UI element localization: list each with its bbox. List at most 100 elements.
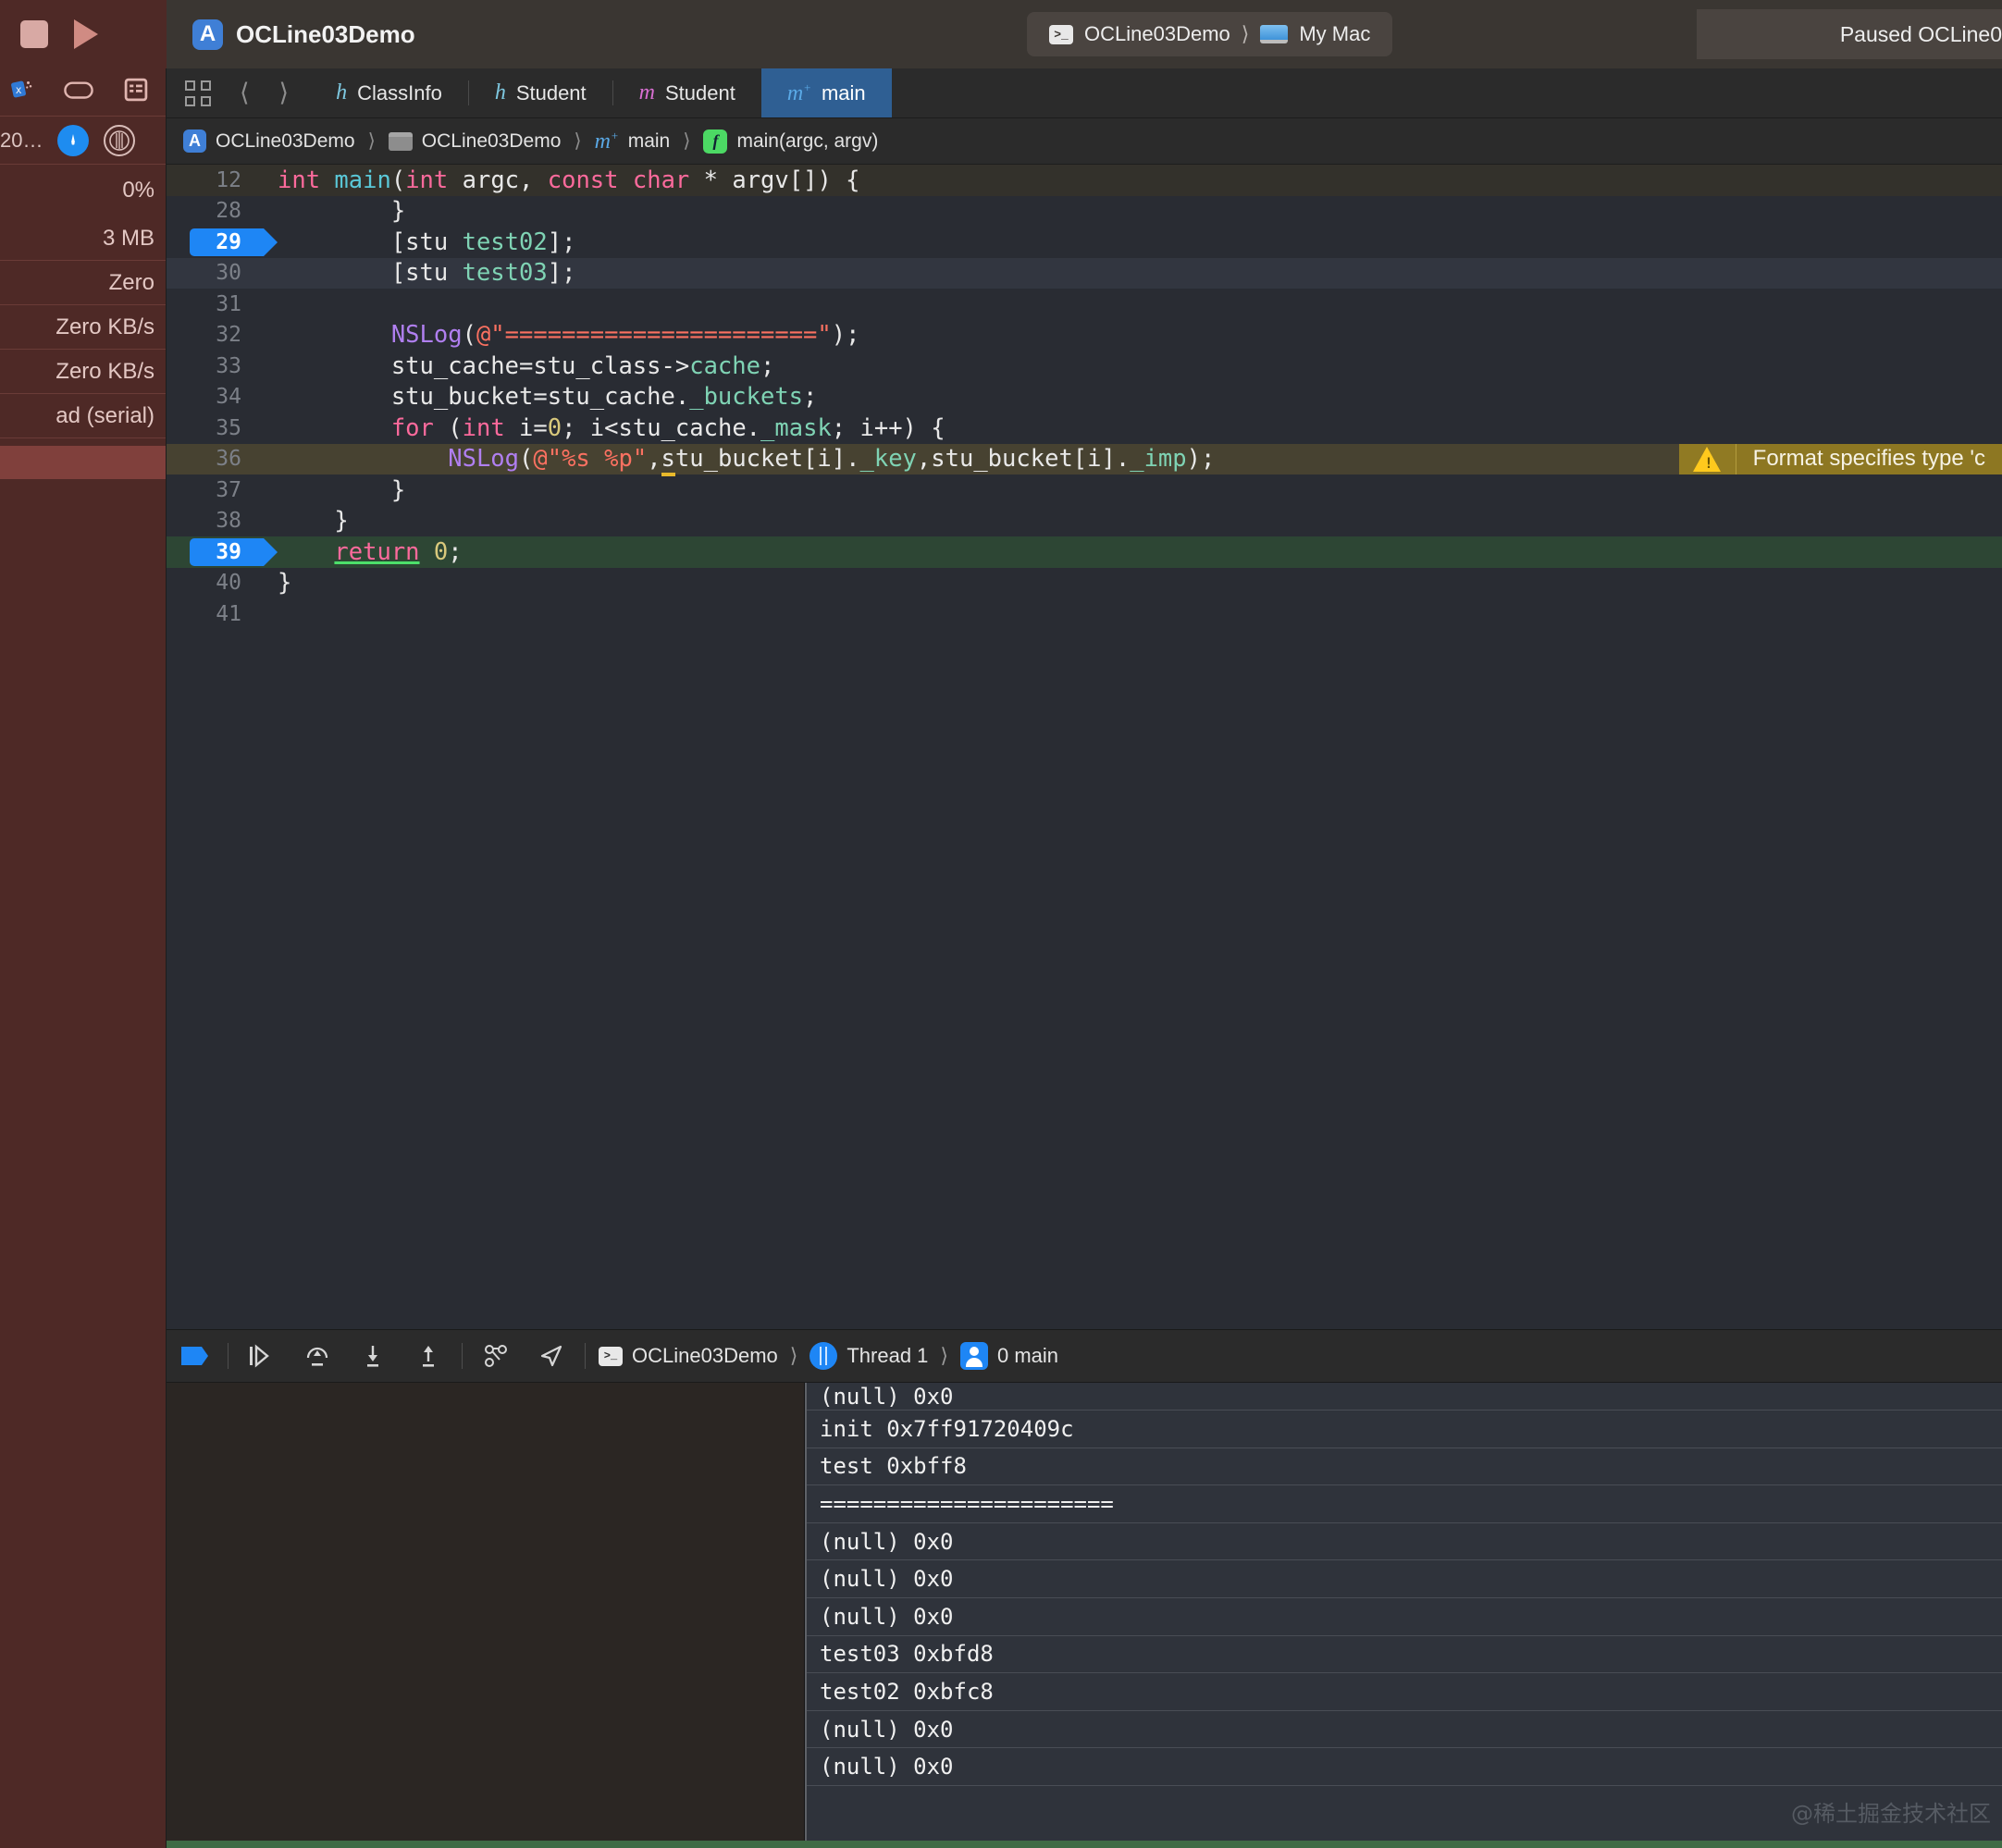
- code-line[interactable]: 34 stu_bucket=stu_cache._buckets;: [167, 382, 2002, 413]
- report-navigator-icon[interactable]: [122, 76, 150, 108]
- cpu-gauge-icon[interactable]: [57, 125, 89, 156]
- status-text: Paused OCLine0: [1840, 22, 2002, 47]
- line-number: 34: [167, 385, 257, 409]
- main-toolbar: A OCLine03Demo >_ OCLine03Demo ⟩ My Mac …: [0, 0, 2002, 68]
- xcode-project-icon: A: [192, 19, 223, 50]
- forward-chevron-icon[interactable]: ⟩: [265, 79, 304, 107]
- scheme-destination-chip[interactable]: >_ OCLine03Demo ⟩ My Mac: [1027, 12, 1392, 56]
- gauge-row-thread[interactable]: ad (serial): [0, 394, 166, 438]
- memory-gauge-icon[interactable]: [104, 125, 135, 156]
- simulate-location-icon[interactable]: [524, 1343, 579, 1369]
- breakpoint-toggle-icon[interactable]: [167, 1345, 222, 1367]
- tab-classinfo[interactable]: h ClassInfo: [310, 68, 468, 117]
- step-into-icon[interactable]: [345, 1343, 401, 1369]
- code-line[interactable]: 35 for (int i=0; i<stu_cache._mask; i++)…: [167, 413, 2002, 444]
- console-line: test03 0xbfd8: [807, 1636, 2002, 1674]
- breadcrumb-separator: ⟩: [679, 129, 694, 153]
- debug-gauge-header: 20…: [0, 117, 166, 165]
- gauge-row-cpu[interactable]: 0%: [0, 165, 166, 216]
- console-output[interactable]: (null) 0x0init 0x7ff91720409ctest 0xbff8…: [805, 1383, 2002, 1841]
- gauge-row-energy[interactable]: Zero: [0, 261, 166, 305]
- watermark: @稀土掘金技术社区: [1791, 1795, 1991, 1828]
- tab-student-impl[interactable]: m Student: [613, 68, 761, 117]
- breadcrumb-separator: ⟩: [365, 129, 379, 153]
- code-line[interactable]: 33 stu_cache=stu_class->cache;: [167, 351, 2002, 382]
- console-line: test02 0xbfc8: [807, 1673, 2002, 1711]
- tab-label: main: [822, 81, 866, 105]
- debug-thread-name[interactable]: Thread 1: [847, 1344, 928, 1368]
- source-editor[interactable]: 12int main(int argc, const char * argv[]…: [167, 165, 2002, 1329]
- warning-triangle-icon: [1679, 444, 1736, 475]
- tab-main[interactable]: m+ main: [761, 68, 892, 117]
- code-text: int main(int argc, const char * argv[]) …: [257, 166, 860, 194]
- code-text: stu_cache=stu_class->cache;: [257, 352, 774, 380]
- mac-device-icon: [1260, 25, 1288, 43]
- code-line[interactable]: 31: [167, 289, 2002, 320]
- bottom-accent-bar: [167, 1841, 2002, 1848]
- process-terminal-icon: >_: [599, 1347, 623, 1366]
- code-text: NSLog(@"======================");: [257, 321, 859, 349]
- line-number: 31: [167, 292, 257, 316]
- code-line[interactable]: 41: [167, 598, 2002, 630]
- breadcrumb: A OCLine03Demo ⟩ OCLine03Demo ⟩ m+ main …: [167, 118, 2002, 165]
- step-out-icon[interactable]: [401, 1343, 456, 1369]
- function-icon: f: [703, 129, 727, 154]
- inline-warning-banner[interactable]: Format specifies type 'c: [1679, 444, 2002, 475]
- console-line: (null) 0x0: [807, 1598, 2002, 1636]
- gauge-row-memory[interactable]: 3 MB: [0, 216, 166, 261]
- tab-overview-icon[interactable]: [185, 80, 211, 106]
- code-line[interactable]: 37 }: [167, 474, 2002, 506]
- stop-button[interactable]: [20, 20, 48, 48]
- code-text: }: [257, 197, 405, 225]
- code-text: NSLog(@"%s %p",stu_bucket[i]._key,stu_bu…: [257, 445, 1215, 473]
- variables-view[interactable]: [167, 1383, 805, 1841]
- breadcrumb-separator: ⟩: [570, 129, 585, 153]
- line-number: 35: [167, 416, 257, 440]
- code-line[interactable]: 29 [stu test02];: [167, 227, 2002, 258]
- breadcrumb-item-symbol[interactable]: main(argc, argv): [736, 130, 878, 153]
- tab-label: ClassInfo: [357, 81, 442, 105]
- debug-navigator: x 20… 0%: [0, 68, 167, 1848]
- continue-icon[interactable]: [234, 1344, 290, 1368]
- gauge-row-disk[interactable]: Zero KB/s: [0, 305, 166, 350]
- code-text: [stu test02];: [257, 228, 575, 256]
- scheme-name: OCLine03Demo: [1084, 22, 1230, 46]
- workspace-body: x 20… 0%: [0, 68, 2002, 1848]
- code-text: }: [257, 507, 349, 535]
- breadcrumb-item-file[interactable]: main: [628, 130, 671, 153]
- line-number: 33: [167, 354, 257, 378]
- breakpoint-navigator-icon[interactable]: x: [7, 76, 35, 108]
- tag-icon[interactable]: [63, 76, 94, 108]
- project-title: OCLine03Demo: [236, 20, 415, 49]
- debug-process-name[interactable]: OCLine03Demo: [632, 1344, 778, 1368]
- code-line[interactable]: 40}: [167, 568, 2002, 599]
- breadcrumb-item-project[interactable]: OCLine03Demo: [216, 130, 355, 153]
- code-line[interactable]: 38 }: [167, 506, 2002, 537]
- code-line[interactable]: 32 NSLog(@"======================");: [167, 320, 2002, 351]
- gauge-row-network[interactable]: Zero KB/s: [0, 350, 166, 394]
- divider: [585, 1343, 586, 1369]
- step-over-icon[interactable]: [290, 1343, 345, 1369]
- debug-view-hierarchy-icon[interactable]: [468, 1343, 524, 1369]
- run-button[interactable]: [74, 19, 98, 49]
- xcode-window: A OCLine03Demo >_ OCLine03Demo ⟩ My Mac …: [0, 0, 2002, 1848]
- line-number: 28: [167, 199, 257, 223]
- tab-student-header[interactable]: h Student: [469, 68, 612, 117]
- code-line[interactable]: 12int main(int argc, const char * argv[]…: [167, 165, 2002, 196]
- debug-bar: >_ OCLine03Demo ⟩ Thread 1 ⟩ 0 main: [167, 1329, 2002, 1383]
- destination-name: My Mac: [1299, 22, 1370, 46]
- debug-frame-name[interactable]: 0 main: [997, 1344, 1058, 1368]
- header-file-icon: h: [495, 80, 506, 105]
- code-line[interactable]: 36 NSLog(@"%s %p",stu_bucket[i]._key,stu…: [167, 444, 2002, 475]
- console-line: ======================: [807, 1485, 2002, 1523]
- code-text: }: [257, 476, 405, 504]
- objc-file-icon: m: [639, 80, 655, 105]
- code-line[interactable]: 30 [stu test03];: [167, 258, 2002, 290]
- divider: [462, 1343, 463, 1369]
- warning-message: Format specifies type 'c: [1736, 446, 2002, 472]
- breadcrumb-item-group[interactable]: OCLine03Demo: [422, 130, 562, 153]
- code-line[interactable]: 39 return 0;: [167, 536, 2002, 568]
- line-number: 38: [167, 509, 257, 533]
- back-chevron-icon[interactable]: ⟨: [225, 79, 265, 107]
- code-line[interactable]: 28 }: [167, 196, 2002, 228]
